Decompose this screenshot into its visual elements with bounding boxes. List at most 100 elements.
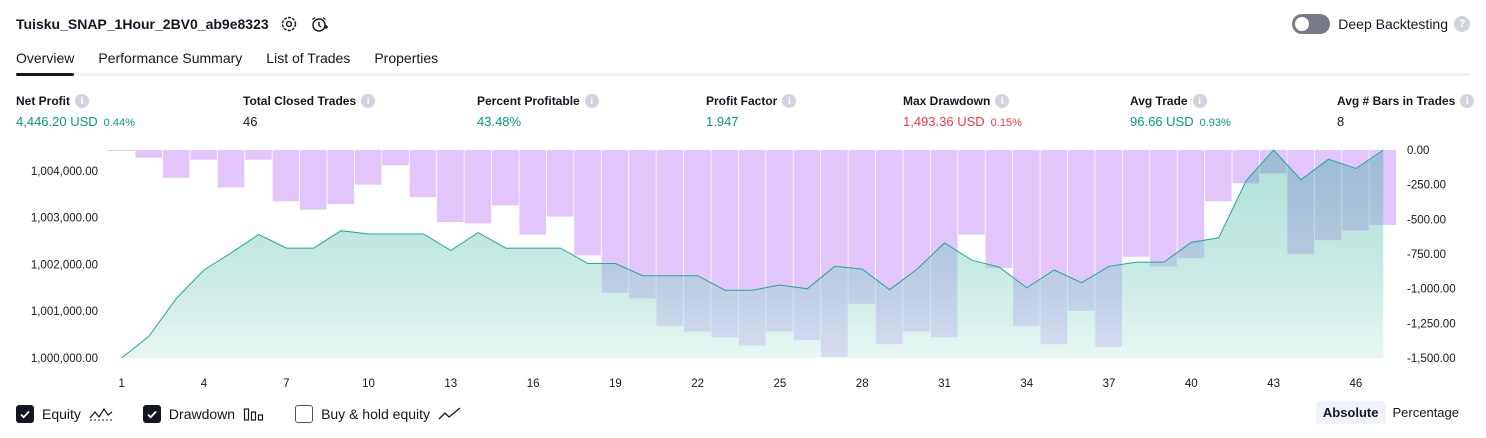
x-axis-tick: 1 — [119, 378, 125, 390]
settings-gear-icon[interactable] — [279, 14, 299, 34]
drawdown-bar — [108, 150, 135, 151]
metric-value: 1.947 — [706, 114, 739, 129]
right-axis-tick: -1,500.00 — [1407, 353, 1456, 365]
metric-avg-bars: Avg # Bars in Trades i 8 — [1337, 94, 1475, 129]
info-icon[interactable]: i — [995, 94, 1010, 108]
drawdown-bar — [519, 150, 547, 235]
metric-label: Max Drawdown — [903, 94, 991, 108]
metric-value: 4,446.20 USD — [16, 114, 98, 129]
left-axis-tick: 1,000,000.00 — [31, 353, 98, 365]
drawdown-bar — [1150, 150, 1177, 267]
tab-overview[interactable]: Overview — [16, 44, 75, 76]
x-axis-tick: 13 — [444, 378, 457, 390]
equity-drawdown-chart[interactable]: 1,000,000.00 1,001,000.00 1,002,000.00 1,00… — [0, 140, 1486, 395]
drawdown-bar — [958, 150, 985, 235]
legend-buy-hold-label: Buy & hold equity — [321, 406, 431, 422]
x-axis-tick: 10 — [362, 378, 375, 390]
metric-net-profit: Net Profit i 4,446.20 USD 0.44% — [16, 94, 135, 129]
metric-value: 43.48% — [477, 114, 522, 129]
x-axis-tick: 46 — [1349, 378, 1362, 390]
metric-label: Avg Trade — [1130, 94, 1188, 108]
metric-value: 1,493.36 USD — [903, 114, 985, 129]
right-axis-tick: -1,000.00 — [1407, 284, 1456, 296]
x-axis-tick: 31 — [938, 378, 951, 390]
info-icon[interactable]: i — [1192, 94, 1207, 108]
right-axis-tick: 0.00 — [1407, 145, 1429, 157]
metric-max-drawdown: Max Drawdown i 1,493.36 USD 0.15% — [903, 94, 1022, 129]
legend-equity[interactable]: Equity — [16, 405, 113, 423]
x-axis-tick: 19 — [609, 378, 622, 390]
metric-percent: 0.44% — [103, 117, 135, 129]
info-icon[interactable]: i — [782, 94, 797, 108]
display-mode-switch: Absolute Percentage — [1315, 401, 1467, 424]
chart-legend: Equity Drawdown Buy & hold equity — [16, 403, 492, 425]
x-axis-tick: 7 — [283, 378, 289, 390]
buy-hold-line-icon — [438, 407, 462, 421]
drawdown-bar — [135, 150, 163, 158]
drawdown-bar — [1122, 150, 1150, 257]
info-icon[interactable]: i — [584, 94, 599, 108]
metric-percent-profitable: Percent Profitable i 43.48% — [477, 94, 599, 129]
drawdown-bar — [437, 150, 464, 223]
drawdown-bar — [491, 150, 519, 206]
x-axis-tick: 16 — [527, 378, 540, 390]
drawdown-bar — [1205, 150, 1232, 202]
tab-bar: Overview Performance Summary List of Tra… — [16, 44, 1470, 76]
equity-line-icon — [89, 407, 113, 421]
metric-profit-factor: Profit Factor i 1.947 — [706, 94, 797, 129]
left-axis-tick: 1,003,000.00 — [31, 213, 98, 225]
right-axis-tick: -1,250.00 — [1407, 318, 1456, 330]
drawdown-bar — [299, 150, 327, 210]
tab-performance-summary[interactable]: Performance Summary — [98, 44, 242, 73]
x-axis-tick: 37 — [1103, 378, 1116, 390]
deep-backtesting-toggle[interactable] — [1292, 14, 1331, 34]
metric-value: 46 — [243, 114, 258, 129]
tab-list-of-trades[interactable]: List of Trades — [266, 44, 350, 73]
right-axis-tick: -750.00 — [1407, 249, 1446, 261]
x-axis-tick: 40 — [1185, 378, 1198, 390]
drawdown-bar — [382, 150, 409, 166]
metric-label: Percent Profitable — [477, 94, 580, 108]
equity-checkbox[interactable] — [16, 405, 34, 423]
legend-equity-label: Equity — [42, 406, 81, 422]
metric-label: Total Closed Trades — [243, 94, 357, 108]
metric-value: 8 — [1337, 114, 1345, 129]
percentage-button[interactable]: Percentage — [1386, 401, 1467, 424]
legend-drawdown[interactable]: Drawdown — [142, 405, 265, 423]
x-axis-tick: 4 — [201, 378, 208, 390]
drawdown-bar — [327, 150, 355, 205]
metric-label: Net Profit — [16, 94, 70, 108]
help-icon[interactable]: ? — [1454, 16, 1470, 32]
left-axis-tick: 1,004,000.00 — [31, 166, 98, 178]
drawdown-bar — [245, 150, 272, 160]
drawdown-bar — [985, 150, 1013, 268]
drawdown-bar — [354, 150, 382, 185]
left-axis-tick: 1,001,000.00 — [31, 306, 98, 318]
legend-drawdown-label: Drawdown — [168, 406, 236, 422]
drawdown-bar — [162, 150, 190, 178]
toggle-knob — [1295, 17, 1310, 31]
info-icon[interactable]: i — [361, 94, 376, 108]
metric-label: Profit Factor — [706, 94, 778, 108]
strategy-header: Tuisku_SNAP_1Hour_2BV0_ab9e8323 — [16, 12, 329, 36]
x-axis-tick: 22 — [691, 378, 704, 390]
legend-buy-hold[interactable]: Buy & hold equity — [295, 405, 462, 423]
left-axis-tick: 1,002,000.00 — [31, 259, 98, 271]
tab-properties[interactable]: Properties — [374, 44, 438, 73]
drawdown-checkbox[interactable] — [142, 405, 161, 423]
x-axis-tick: 43 — [1267, 378, 1280, 390]
deep-backtesting-label: Deep Backtesting — [1338, 16, 1448, 32]
info-icon[interactable]: i — [1460, 94, 1475, 108]
metric-total-closed-trades: Total Closed Trades i 46 — [243, 94, 376, 129]
drawdown-bar — [464, 150, 492, 224]
buy-hold-checkbox[interactable] — [295, 405, 314, 423]
add-alert-clock-icon[interactable] — [309, 14, 329, 34]
drawdown-bar — [409, 150, 437, 198]
metric-percent: 0.93% — [1199, 117, 1231, 129]
drawdown-bar — [272, 150, 300, 202]
drawdown-bar — [574, 150, 601, 256]
drawdown-bar — [190, 150, 217, 160]
info-icon[interactable]: i — [75, 94, 89, 108]
deep-backtesting-control: Deep Backtesting ? — [1292, 12, 1470, 36]
absolute-button[interactable]: Absolute — [1315, 401, 1386, 424]
